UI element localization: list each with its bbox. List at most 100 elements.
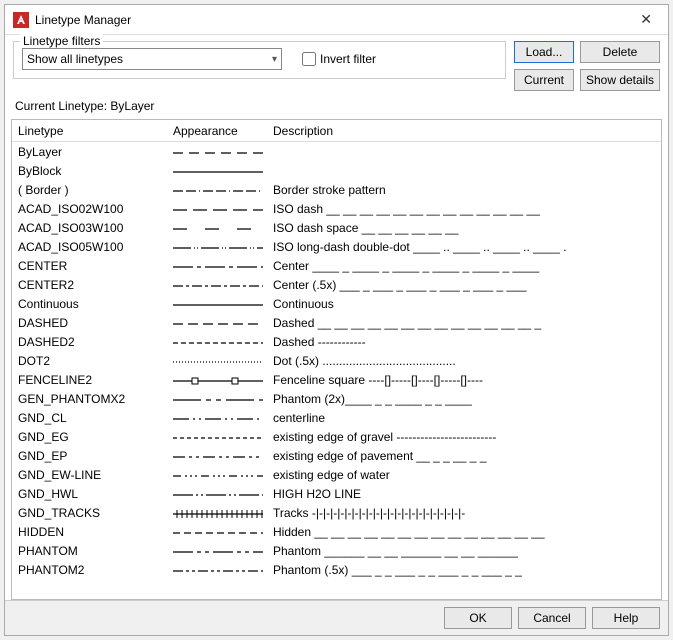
linetype-name: CENTER2 xyxy=(18,278,173,292)
linetype-name: DOT2 xyxy=(18,354,173,368)
action-buttons: Load... Delete Current Show details xyxy=(514,41,660,91)
linetype-description: existing edge of pavement __ _ _ __ _ _ xyxy=(273,449,655,463)
chevron-down-icon: ▾ xyxy=(272,54,277,65)
table-row[interactable]: ( Border )Border stroke pattern xyxy=(12,180,661,199)
invert-filter-input[interactable] xyxy=(302,52,316,66)
linetype-name: DASHED2 xyxy=(18,335,173,349)
filter-group-label: Linetype filters xyxy=(20,34,103,48)
table-row[interactable]: GND_TRACKSTracks -|-|-|-|-|-|-|-|-|-|-|-… xyxy=(12,503,661,522)
linetype-appearance xyxy=(173,220,273,236)
linetype-description: ISO dash __ __ __ __ __ __ __ __ __ __ _… xyxy=(273,202,655,216)
linetype-appearance xyxy=(173,239,273,255)
linetype-name: GND_HWL xyxy=(18,487,173,501)
linetype-appearance xyxy=(173,163,273,179)
current-button[interactable]: Current xyxy=(514,69,574,91)
table-row[interactable]: GND_EP existing edge of pavement __ _ _ … xyxy=(12,446,661,465)
linetype-appearance xyxy=(173,182,273,198)
upper-area: Linetype filters Show all linetypes ▾ In… xyxy=(5,35,668,95)
linetype-appearance xyxy=(173,201,273,217)
linetype-name: ByBlock xyxy=(18,164,173,178)
linetype-appearance xyxy=(173,372,273,388)
list-header: Linetype Appearance Description xyxy=(12,120,661,142)
table-row[interactable]: DOT2 Dot (.5x) ..........................… xyxy=(12,351,661,370)
header-appearance[interactable]: Appearance xyxy=(173,124,273,138)
filter-group: Linetype filters Show all linetypes ▾ In… xyxy=(13,41,506,79)
close-button[interactable]: ✕ xyxy=(632,9,660,30)
linetype-manager-dialog: Linetype Manager ✕ Linetype filters Show… xyxy=(4,4,669,636)
linetype-appearance xyxy=(173,391,273,407)
linetype-description: Center (.5x) ___ _ ___ _ ___ _ ___ _ ___… xyxy=(273,278,655,292)
table-row[interactable]: GND_HWL HIGH H2O LINE xyxy=(12,484,661,503)
show-details-button[interactable]: Show details xyxy=(580,69,660,91)
linetype-description: Dashed ------------ xyxy=(273,335,655,349)
linetype-description: existing edge of water xyxy=(273,468,655,482)
table-row[interactable]: ACAD_ISO03W100ISO dash space __ __ __ __… xyxy=(12,218,661,237)
linetype-description: Dot (.5x) ..............................… xyxy=(273,354,655,368)
linetype-name: FENCELINE2 xyxy=(18,373,173,387)
table-row[interactable]: GND_EG existing edge of gravel ---------… xyxy=(12,427,661,446)
table-row[interactable]: PHANTOMPhantom ______ __ __ ______ __ __… xyxy=(12,541,661,560)
linetype-appearance xyxy=(173,353,273,369)
table-row[interactable]: FENCELINE2Fenceline square ----[]-----[]… xyxy=(12,370,661,389)
app-icon xyxy=(13,12,29,28)
linetype-name: Continuous xyxy=(18,297,173,311)
linetype-appearance xyxy=(173,315,273,331)
linetype-appearance xyxy=(173,277,273,293)
filter-select[interactable]: Show all linetypes ▾ xyxy=(22,48,282,70)
linetype-name: GEN_PHANTOMX2 xyxy=(18,392,173,406)
linetype-description: Center ____ _ ____ _ ____ _ ____ _ ____ … xyxy=(273,259,655,273)
current-linetype-row: Current Linetype: ByLayer xyxy=(5,95,668,119)
header-linetype[interactable]: Linetype xyxy=(18,124,173,138)
linetype-appearance xyxy=(173,486,273,502)
list-body: ByLayer ByBlock ( Border )Border stroke pa… xyxy=(12,142,661,599)
invert-filter-label: Invert filter xyxy=(320,52,376,66)
header-description[interactable]: Description xyxy=(273,124,655,138)
linetype-name: DASHED xyxy=(18,316,173,330)
linetype-appearance xyxy=(173,562,273,578)
linetype-description: HIGH H2O LINE xyxy=(273,487,655,501)
linetype-appearance xyxy=(173,296,273,312)
current-linetype-value: ByLayer xyxy=(110,99,154,113)
linetype-description: Continuous xyxy=(273,297,655,311)
linetype-description: Hidden __ __ __ __ __ __ __ __ __ __ __ … xyxy=(273,525,655,539)
table-row[interactable]: GEN_PHANTOMX2Phantom (2x)____ _ _ ____ _… xyxy=(12,389,661,408)
table-row[interactable]: ByLayer xyxy=(12,142,661,161)
cancel-button[interactable]: Cancel xyxy=(518,607,586,629)
table-row[interactable]: GND_CLcenterline xyxy=(12,408,661,427)
linetype-description: ISO long-dash double-dot ____ .. ____ ..… xyxy=(273,240,655,254)
linetype-description: Phantom (.5x) ___ _ _ ___ _ _ ___ _ _ __… xyxy=(273,563,655,577)
linetype-appearance xyxy=(173,410,273,426)
table-row[interactable]: GND_EW-LINE existing edge of water xyxy=(12,465,661,484)
linetype-name: HIDDEN xyxy=(18,525,173,539)
dialog-footer: OK Cancel Help xyxy=(5,600,668,635)
linetype-name: PHANTOM xyxy=(18,544,173,558)
linetype-name: GND_EW-LINE xyxy=(18,468,173,482)
linetype-appearance xyxy=(173,448,273,464)
linetype-appearance xyxy=(173,334,273,350)
table-row[interactable]: ByBlock xyxy=(12,161,661,180)
linetype-name: GND_EG xyxy=(18,430,173,444)
linetype-appearance xyxy=(173,429,273,445)
table-row[interactable]: DASHED2 Dashed ------------ xyxy=(12,332,661,351)
table-row[interactable]: CENTER Center ____ _ ____ _ ____ _ ____ _… xyxy=(12,256,661,275)
invert-filter-checkbox[interactable]: Invert filter xyxy=(302,52,376,66)
linetype-description: centerline xyxy=(273,411,655,425)
help-button[interactable]: Help xyxy=(592,607,660,629)
ok-button[interactable]: OK xyxy=(444,607,512,629)
linetype-name: GND_EP xyxy=(18,449,173,463)
table-row[interactable]: ACAD_ISO02W100ISO dash __ __ __ __ __ __… xyxy=(12,199,661,218)
table-row[interactable]: CENTER2 Center (.5x) ___ _ ___ _ ___ _ __… xyxy=(12,275,661,294)
linetype-appearance xyxy=(173,524,273,540)
table-row[interactable]: PHANTOM2Phantom (.5x) ___ _ _ ___ _ _ __… xyxy=(12,560,661,579)
linetype-list: Linetype Appearance Description ByLayerB… xyxy=(11,119,662,600)
table-row[interactable]: DASHEDDashed __ __ __ __ __ __ __ __ __ … xyxy=(12,313,661,332)
table-row[interactable]: HIDDEN Hidden __ __ __ __ __ __ __ __ __ … xyxy=(12,522,661,541)
linetype-description: ISO dash space __ __ __ __ __ __ xyxy=(273,221,655,235)
load-button[interactable]: Load... xyxy=(514,41,574,63)
linetype-name: CENTER xyxy=(18,259,173,273)
table-row[interactable]: Continuous Continuous xyxy=(12,294,661,313)
linetype-appearance xyxy=(173,258,273,274)
table-row[interactable]: ACAD_ISO05W100ISO long-dash double-dot _… xyxy=(12,237,661,256)
filter-selected-value: Show all linetypes xyxy=(27,52,123,66)
delete-button[interactable]: Delete xyxy=(580,41,660,63)
